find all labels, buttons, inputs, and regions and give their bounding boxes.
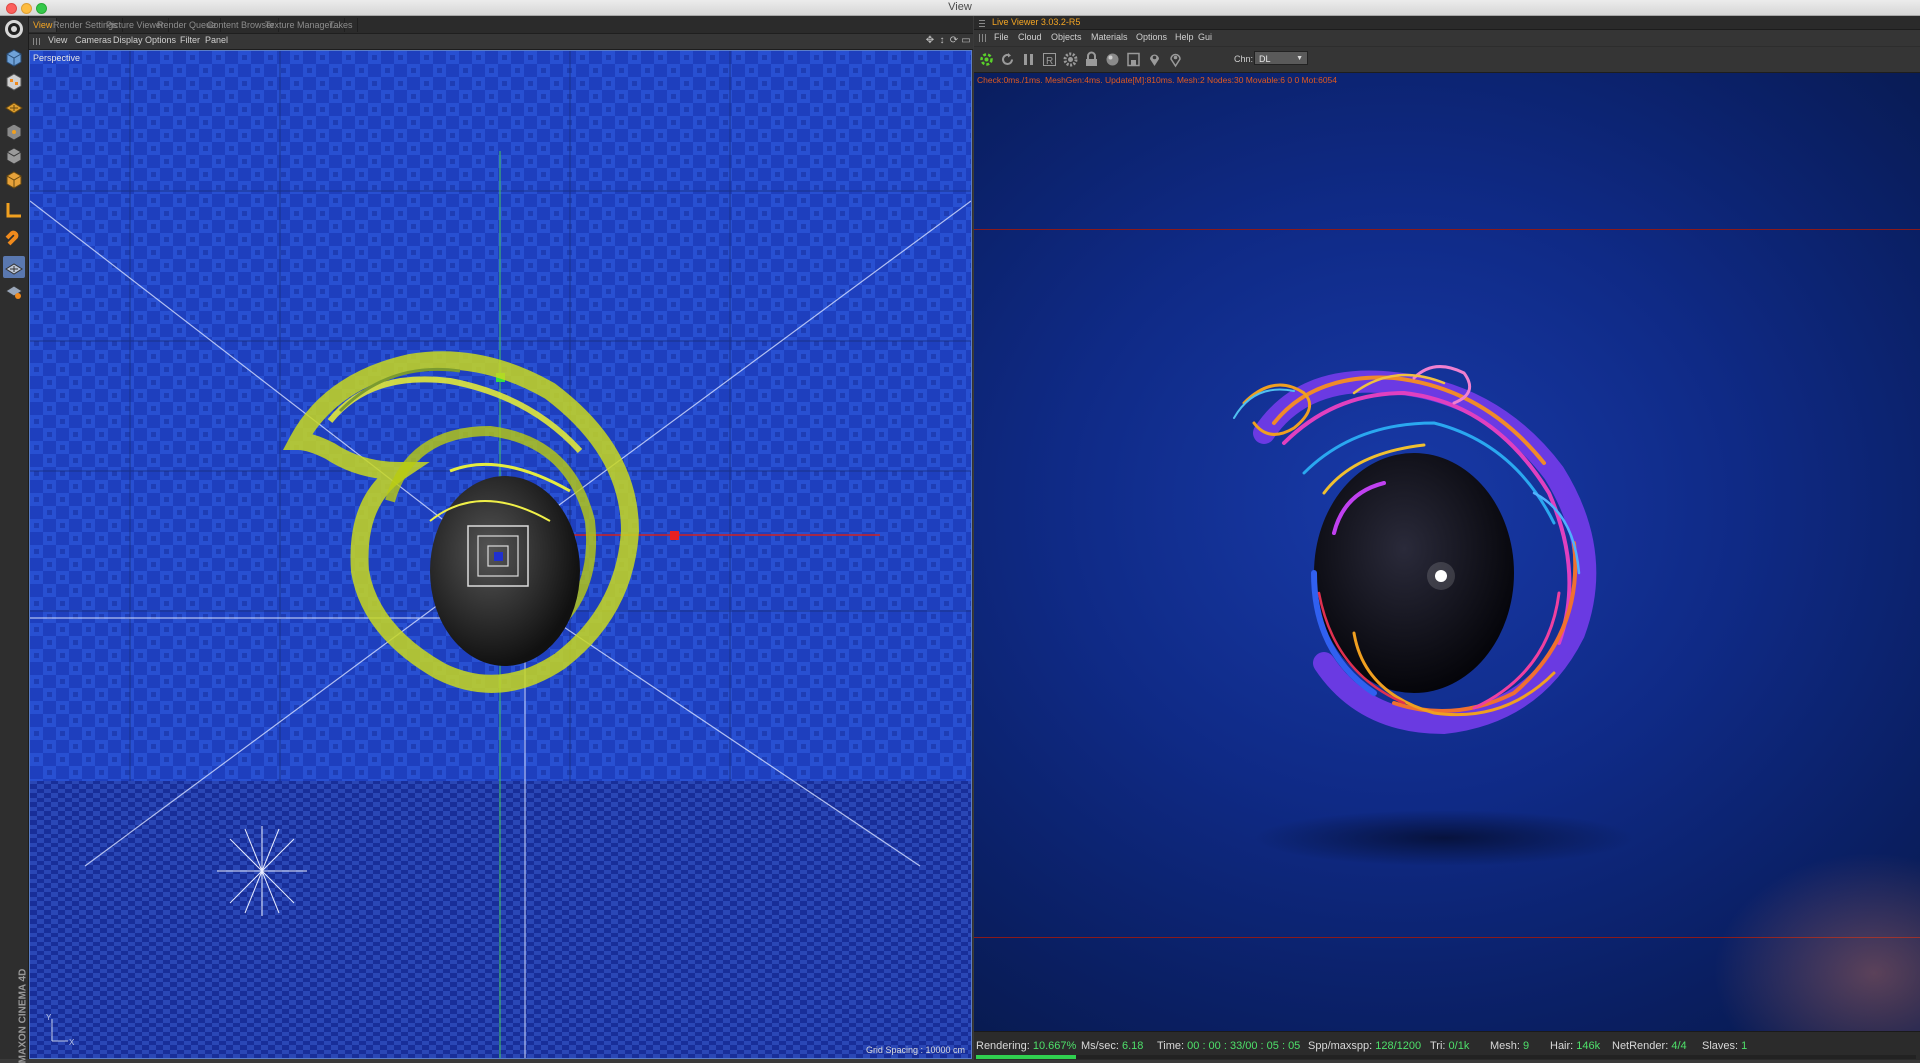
menu-cameras[interactable]: Cameras	[75, 35, 112, 45]
stat-label: Spp/maxspp:	[1308, 1040, 1373, 1052]
menu-cloud[interactable]: Cloud	[1018, 32, 1042, 42]
plane-mode-icon[interactable]	[3, 95, 25, 117]
menu-objects[interactable]: Objects	[1051, 32, 1082, 42]
tool-palette: MAXON CINEMA 4D	[0, 16, 29, 1063]
perspective-viewport[interactable]: Y X Perspective Grid Spacing : 10000 cm	[29, 50, 972, 1059]
channel-select[interactable]: DL ▼	[1254, 51, 1308, 65]
stat-label: Ms/sec:	[1081, 1040, 1119, 1052]
stat-label: Rendering:	[976, 1040, 1030, 1052]
grip-icon[interactable]	[979, 34, 987, 42]
grip-icon[interactable]	[979, 19, 985, 27]
stat-rendering: Rendering: 10.667%	[976, 1040, 1076, 1052]
channel-value: DL	[1259, 54, 1271, 64]
stat-label: NetRender:	[1612, 1040, 1669, 1052]
stat-value: 4/4	[1671, 1040, 1687, 1052]
view-tabs: View Render Settings Picture Viewer Rend…	[29, 16, 973, 34]
stat-slaves: Slaves: 1	[1702, 1040, 1747, 1052]
live-viewer-titlebar: Live Viewer 3.03.2-R5	[974, 16, 1920, 30]
stat-mesh: Mesh: 9	[1490, 1040, 1529, 1052]
viewport-menubar: View Cameras Display Options Filter Pane…	[29, 34, 973, 50]
stat-value: 9	[1523, 1040, 1530, 1052]
menu-options[interactable]: Options	[1136, 32, 1167, 42]
render-view[interactable]: Check:0ms./1ms. MeshGen:4ms. Update[M]:8…	[974, 73, 1920, 1031]
channel-label: Chn:	[1234, 54, 1254, 64]
texture-mode-icon[interactable]	[3, 71, 25, 93]
pick-material-icon[interactable]	[1166, 50, 1185, 69]
workplane-icon[interactable]	[3, 256, 25, 278]
restart-render-icon[interactable]	[998, 50, 1017, 69]
object-mode-icon[interactable]	[3, 145, 25, 167]
menu-view[interactable]: View	[48, 35, 67, 45]
menu-help[interactable]: Help	[1175, 32, 1194, 42]
stat-label: Tri:	[1430, 1040, 1446, 1052]
chevron-down-icon: ▼	[1296, 55, 1303, 62]
menu-panel[interactable]: Panel	[205, 35, 228, 45]
stat-label: Time:	[1157, 1040, 1185, 1052]
stat-mssec: Ms/sec: 6.18	[1081, 1040, 1143, 1052]
rendered-object	[1233, 365, 1920, 1031]
region-render-icon[interactable]: R	[1040, 50, 1059, 69]
stat-value: 1	[1741, 1040, 1748, 1052]
stat-value: 10.667%	[1032, 1040, 1077, 1052]
pause-icon[interactable]	[1019, 50, 1038, 69]
live-viewer-panel: Live Viewer 3.03.2-R5 File Cloud Objects…	[974, 16, 1920, 1060]
cube-mode-icon[interactable]	[3, 47, 25, 69]
stat-netrender: NetRender: 4/4	[1612, 1040, 1687, 1052]
render-progress-track	[976, 1055, 1916, 1059]
viewport-nav-controls: ✥ ↕ ⟳ ▭	[925, 35, 971, 47]
menu-file[interactable]: File	[994, 32, 1009, 42]
magnet-icon[interactable]	[3, 228, 25, 250]
move-view-icon[interactable]: ✥	[925, 35, 935, 47]
render-progress-bar	[976, 1055, 1077, 1059]
rotate-view-icon[interactable]: ⟳	[949, 35, 959, 47]
c4d-view-panel: View Render Settings Picture Viewer Rend…	[29, 16, 973, 1059]
menu-filter[interactable]: Filter	[180, 35, 200, 45]
live-viewer-title: Live Viewer 3.03.2-R5	[992, 17, 1081, 27]
brand-label: MAXON CINEMA 4D	[17, 968, 29, 1063]
zoom-view-icon[interactable]: ↕	[937, 35, 947, 47]
menu-materials[interactable]: Materials	[1091, 32, 1128, 42]
render-statusbar: Rendering: 10.667% Ms/sec: 6.18 Time: 00…	[974, 1031, 1920, 1060]
stat-value: 0/1k	[1448, 1040, 1470, 1052]
stat-spp: Spp/maxspp: 128/1200	[1308, 1040, 1421, 1052]
settings-gear-icon[interactable]	[1061, 50, 1080, 69]
snap-icon[interactable]	[3, 280, 25, 302]
tab-takes[interactable]: Takes	[325, 18, 358, 32]
svg-text:R: R	[1046, 56, 1053, 67]
viewport-camera-label: Perspective	[33, 53, 81, 63]
stat-label: Hair:	[1550, 1040, 1574, 1052]
stat-value: 146k	[1576, 1040, 1601, 1052]
grid-spacing-label: Grid Spacing : 10000 cm	[865, 1045, 965, 1055]
stat-hair: Hair: 146k	[1550, 1040, 1600, 1052]
toggle-layout-icon[interactable]: ▭	[961, 35, 971, 47]
material-sphere-icon[interactable]	[1103, 50, 1122, 69]
stat-label: Slaves:	[1702, 1040, 1739, 1052]
pick-focus-icon[interactable]	[1145, 50, 1164, 69]
live-viewer-menubar: File Cloud Objects Materials Options Hel…	[974, 30, 1920, 46]
stat-value: 00 : 00 : 33/00 : 05 : 05	[1187, 1040, 1301, 1052]
send-scene-icon[interactable]	[977, 50, 996, 69]
clay-mode-icon[interactable]	[1124, 50, 1143, 69]
live-viewer-toolbar: R Chn: DL ▼	[974, 47, 1920, 73]
cinema4d-logo-icon[interactable]	[3, 18, 25, 40]
render-stats-line: Check:0ms./1ms. MeshGen:4ms. Update[M]:8…	[977, 75, 1338, 85]
window-titlebar: View	[0, 0, 1920, 16]
stat-label: Mesh:	[1490, 1040, 1520, 1052]
menu-options[interactable]: Options	[145, 35, 176, 45]
stat-time: Time: 00 : 00 : 33/00 : 05 : 05	[1157, 1040, 1300, 1052]
grip-icon[interactable]	[33, 38, 41, 45]
stat-value: 6.18	[1121, 1040, 1144, 1052]
axis-mode-icon[interactable]	[3, 199, 25, 221]
window-title: View	[948, 1, 972, 13]
menu-display[interactable]: Display	[113, 35, 143, 45]
model-mode-icon[interactable]	[3, 121, 25, 143]
axis-x-label: X	[69, 1038, 75, 1047]
stat-value: 128/1200	[1375, 1040, 1422, 1052]
points-mode-icon[interactable]	[3, 169, 25, 191]
lock-icon[interactable]	[1082, 50, 1101, 69]
menu-gui[interactable]: Gui	[1198, 32, 1212, 42]
axis-y-label: Y	[46, 1013, 52, 1022]
stat-tri: Tri: 0/1k	[1430, 1040, 1469, 1052]
maxon-logo: MAXON CINEMA 4D	[2, 969, 28, 1063]
